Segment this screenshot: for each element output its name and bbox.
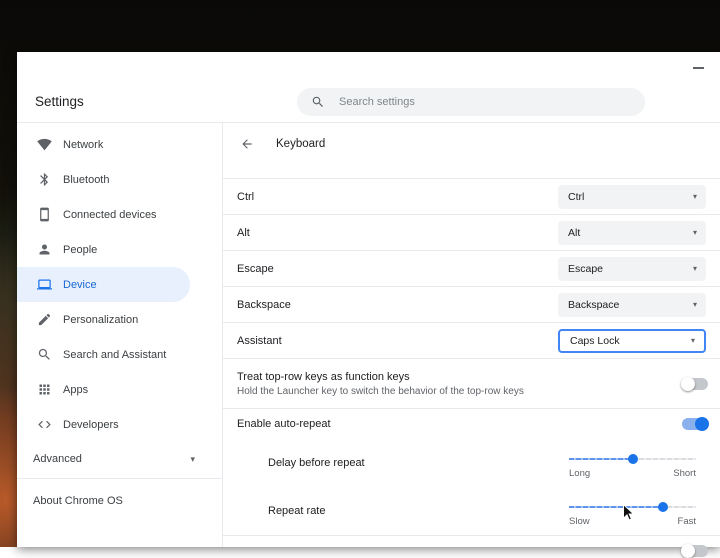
toggle-knob	[695, 417, 709, 431]
slider-label: Delay before repeat	[268, 457, 365, 469]
app-title: Settings	[35, 94, 84, 109]
dropdown-value: Backspace	[568, 298, 620, 311]
chevron-down-icon: ▾	[690, 336, 695, 345]
sidebar-item-label: Search and Assistant	[63, 348, 167, 361]
dropdown-value: Caps Lock	[570, 334, 620, 347]
advanced-label: Advanced	[33, 453, 82, 465]
slider-thumb[interactable]	[627, 453, 638, 464]
delay-before-repeat-slider[interactable]: Long Short	[569, 453, 696, 479]
key-label: Alt	[237, 226, 250, 239]
function-keys-label: Treat top-row keys as function keys	[237, 370, 410, 383]
sidebar: Network Bluetooth Connected devices Peop…	[17, 123, 222, 547]
key-label: Backspace	[237, 298, 291, 311]
bluetooth-icon	[37, 172, 52, 187]
toggle-knob	[681, 376, 695, 391]
sidebar-item-network[interactable]: Network	[17, 127, 222, 162]
slider-fill	[569, 457, 633, 460]
pencil-icon	[37, 312, 52, 327]
slider-fill	[569, 505, 663, 508]
person-icon	[37, 242, 52, 257]
auto-repeat-toggle[interactable]	[682, 417, 709, 431]
sidebar-item-label: People	[63, 243, 98, 256]
sidebar-item-advanced[interactable]: Advanced ▾	[17, 442, 222, 476]
laptop-icon	[37, 277, 52, 292]
slider-max-label: Fast	[677, 515, 696, 527]
dropdown-value: Ctrl	[568, 190, 585, 203]
sidebar-item-label: Device	[63, 278, 97, 291]
sidebar-item-search-assistant[interactable]: Search and Assistant	[17, 337, 222, 372]
sidebar-item-label: Apps	[63, 383, 89, 396]
slider-track	[569, 501, 696, 512]
escape-dropdown[interactable]: Escape ▾	[558, 256, 706, 281]
chevron-down-icon: ▾	[692, 192, 697, 201]
repeat-rate-slider[interactable]: Slow Fast	[569, 501, 696, 527]
function-keys-row: Treat top-row keys as function keys Hold…	[223, 359, 720, 409]
sidebar-item-device[interactable]: Device	[17, 267, 190, 302]
search-icon	[311, 95, 325, 109]
key-row-backspace: Backspace Backspace ▾	[223, 287, 720, 323]
slider-min-label: Long	[569, 467, 591, 479]
keyboard-settings-panel: Keyboard Ctrl Ctrl ▾ Alt Alt ▾ Escape Es…	[222, 123, 720, 558]
key-label: Assistant	[237, 334, 282, 347]
sidebar-item-label: Developers	[63, 418, 119, 431]
key-row-escape: Escape Escape ▾	[223, 251, 720, 287]
about-label: About Chrome OS	[33, 494, 123, 507]
settings-window: Settings Search settings Network Bluetoo…	[17, 52, 720, 558]
slider-min-label: Slow	[569, 515, 590, 527]
sidebar-item-label: Connected devices	[63, 208, 157, 221]
sidebar-item-label: Personalization	[63, 313, 139, 326]
sidebar-item-people[interactable]: People	[17, 232, 222, 267]
auto-repeat-label: Enable auto-repeat	[237, 418, 331, 430]
alt-dropdown[interactable]: Alt ▾	[558, 220, 706, 245]
key-row-assistant: Assistant Caps Lock ▾	[223, 323, 720, 359]
slider-track	[569, 453, 696, 464]
key-label: Escape	[237, 262, 274, 275]
window-header: Settings Search settings	[17, 52, 720, 123]
key-label: Ctrl	[237, 190, 255, 203]
repeat-rate-row: Repeat rate Slow Fast	[223, 487, 720, 535]
search-input[interactable]: Search settings	[297, 88, 645, 116]
backspace-dropdown[interactable]: Backspace ▾	[558, 292, 706, 317]
wifi-icon	[37, 137, 52, 152]
apps-grid-icon	[37, 382, 52, 397]
key-row-ctrl: Ctrl Ctrl ▾	[223, 179, 720, 215]
slider-max-label: Short	[673, 467, 696, 479]
next-row-partial	[223, 536, 720, 558]
sidebar-item-developers[interactable]: Developers	[17, 407, 222, 442]
chevron-down-icon: ▾	[692, 300, 697, 309]
sidebar-item-connected-devices[interactable]: Connected devices	[17, 197, 222, 232]
search-icon	[37, 347, 52, 362]
function-keys-sublabel: Hold the Launcher key to switch the beha…	[237, 385, 524, 397]
chevron-down-icon: ▾	[692, 264, 697, 273]
chevron-down-icon: ▾	[692, 228, 697, 237]
assistant-dropdown[interactable]: Caps Lock ▾	[558, 328, 706, 353]
slider-thumb[interactable]	[657, 501, 668, 512]
function-keys-toggle[interactable]	[681, 376, 708, 391]
ctrl-dropdown[interactable]: Ctrl ▾	[558, 184, 706, 209]
sidebar-item-label: Network	[63, 138, 104, 151]
key-row-alt: Alt Alt ▾	[223, 215, 720, 251]
page-title: Keyboard	[276, 138, 326, 150]
delay-before-repeat-row: Delay before repeat Long Short	[223, 439, 720, 487]
auto-repeat-row: Enable auto-repeat	[223, 409, 720, 439]
search-placeholder: Search settings	[339, 96, 415, 108]
sidebar-item-about-chrome-os[interactable]: About Chrome OS	[17, 479, 222, 522]
toggle-knob	[681, 544, 695, 558]
code-icon	[37, 417, 52, 432]
sidebar-item-personalization[interactable]: Personalization	[17, 302, 222, 337]
dropdown-value: Escape	[568, 262, 604, 275]
back-button[interactable]	[240, 137, 254, 151]
slider-label: Repeat rate	[268, 505, 326, 517]
sidebar-item-apps[interactable]: Apps	[17, 372, 222, 407]
chevron-down-icon: ▾	[190, 453, 195, 464]
dropdown-value: Alt	[568, 226, 581, 239]
smartphone-icon	[37, 207, 52, 222]
sidebar-item-label: Bluetooth	[63, 173, 110, 186]
sidebar-item-bluetooth[interactable]: Bluetooth	[17, 162, 222, 197]
